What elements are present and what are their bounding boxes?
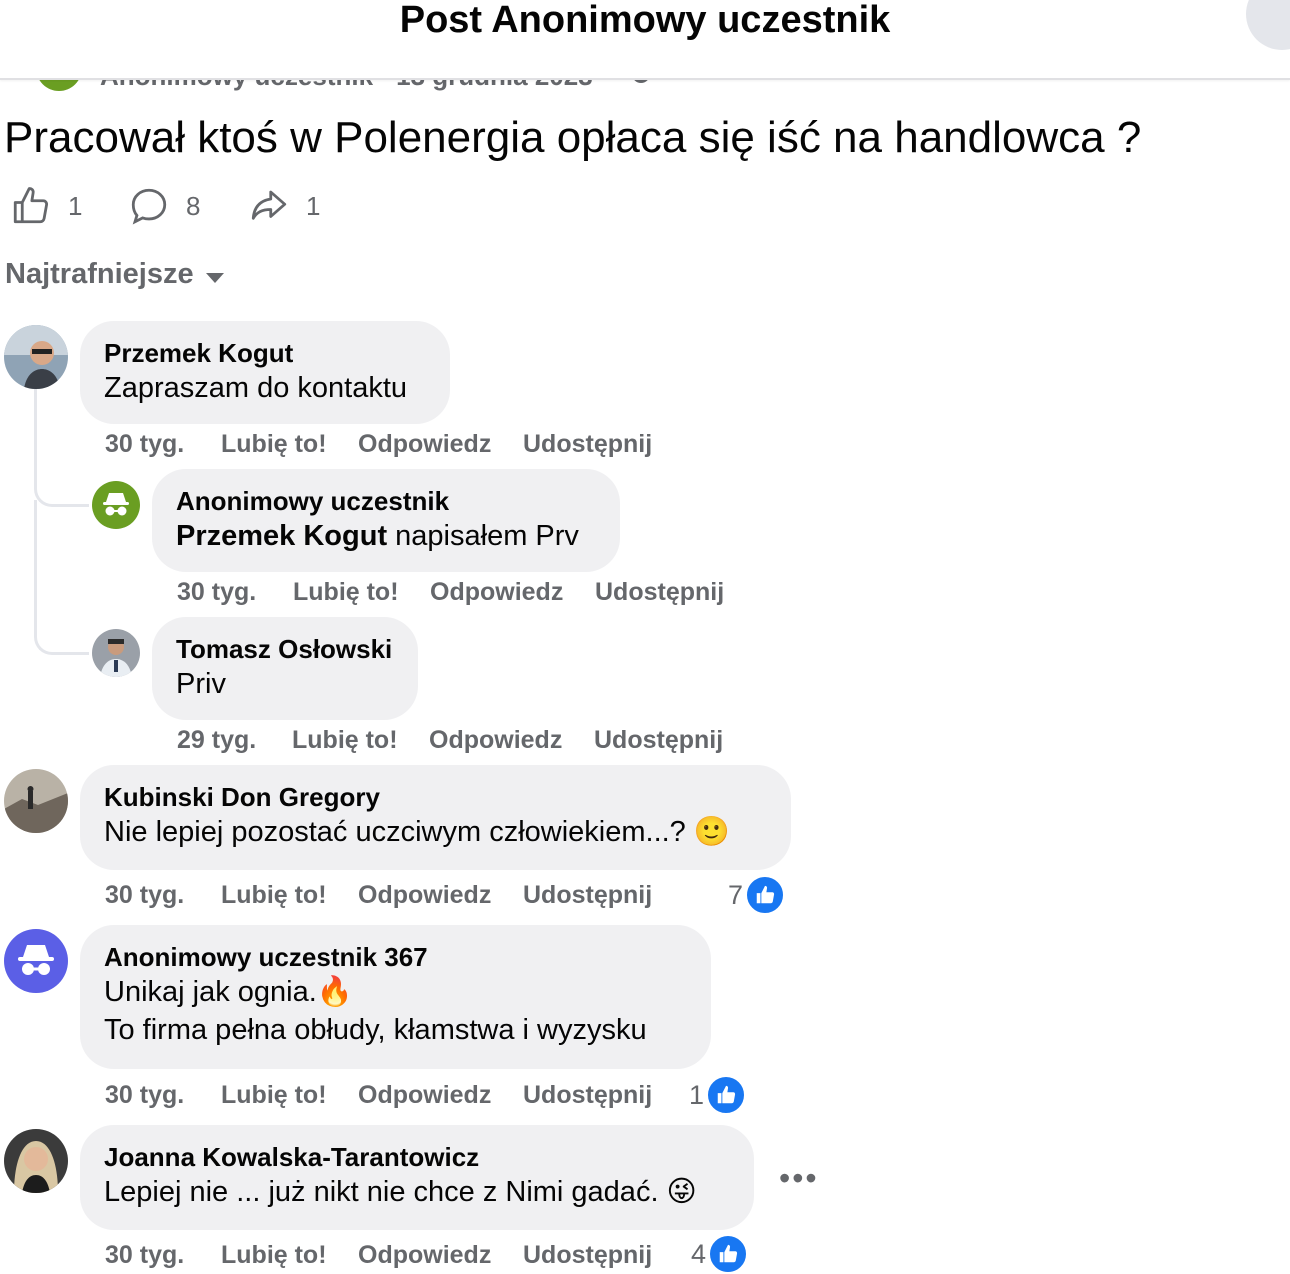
like-link[interactable]: Lubię to! bbox=[292, 726, 398, 755]
post-text: Pracował ktoś w Polenergia opłaca się iś… bbox=[4, 113, 1142, 162]
caret-down-icon bbox=[205, 272, 224, 283]
incognito-icon bbox=[92, 481, 140, 529]
comment-time[interactable]: 30 tyg. bbox=[105, 1081, 184, 1110]
header-bar: Post Anonimowy uczestnik bbox=[0, 0, 1290, 80]
comment-text-line: Unikaj jak ognia.🔥 bbox=[104, 976, 353, 1008]
avatar[interactable] bbox=[4, 325, 68, 389]
avatar[interactable] bbox=[4, 1129, 68, 1193]
like-reaction-icon bbox=[745, 875, 786, 915]
comment-bubble: Anonimowy uczestnik 367 Unikaj jak ognia… bbox=[80, 925, 711, 1069]
comment-author[interactable]: Anonimowy uczestnik bbox=[176, 485, 596, 517]
incognito-icon bbox=[4, 929, 68, 993]
user-photo-icon bbox=[4, 325, 68, 389]
reply-link[interactable]: Odpowiedz bbox=[429, 726, 562, 755]
reaction-summary[interactable]: 4 bbox=[691, 1234, 749, 1274]
comment-author[interactable]: Kubinski Don Gregory bbox=[104, 781, 767, 813]
share-button[interactable]: 1 bbox=[248, 184, 320, 228]
reaction-summary[interactable]: 7 bbox=[728, 875, 786, 915]
comment-time[interactable]: 30 tyg. bbox=[105, 430, 184, 459]
more-options-icon[interactable]: ••• bbox=[779, 1160, 819, 1197]
reply-link[interactable]: Odpowiedz bbox=[358, 1081, 491, 1110]
comment-text-line: To firma pełna obłudy, kłamstwa i wyzysk… bbox=[104, 1014, 647, 1046]
comment-time[interactable]: 30 tyg. bbox=[177, 578, 256, 607]
reaction-count: 7 bbox=[728, 879, 744, 910]
like-link[interactable]: Lubię to! bbox=[293, 578, 399, 607]
share-count: 1 bbox=[306, 190, 321, 221]
like-link[interactable]: Lubię to! bbox=[221, 1081, 327, 1110]
page-title: Post Anonimowy uczestnik bbox=[399, 0, 891, 41]
user-photo-icon bbox=[4, 769, 68, 833]
comment-author[interactable]: Joanna Kowalska-Tarantowicz bbox=[104, 1141, 730, 1173]
like-reaction-icon bbox=[708, 1234, 749, 1274]
thumbs-up-icon bbox=[13, 187, 49, 224]
reply-link[interactable]: Odpowiedz bbox=[358, 881, 491, 910]
thread-connector bbox=[34, 500, 89, 655]
comment-bubble: Anonimowy uczestnik Przemek Kogut napisa… bbox=[152, 469, 620, 572]
comment-author[interactable]: Przemek Kogut bbox=[104, 337, 426, 369]
comment-bubble: Przemek Kogut Zapraszam do kontaktu bbox=[80, 321, 450, 424]
avatar[interactable] bbox=[92, 481, 140, 529]
share-link[interactable]: Udostępnij bbox=[523, 881, 652, 910]
comment-button[interactable]: 8 bbox=[128, 184, 200, 228]
like-reaction-icon bbox=[706, 1075, 747, 1115]
reply-link[interactable]: Odpowiedz bbox=[430, 578, 563, 607]
share-link[interactable]: Udostępnij bbox=[594, 726, 723, 755]
comment-author[interactable]: Tomasz Osłowski bbox=[176, 633, 394, 665]
comment-bubble: Tomasz Osłowski Priv bbox=[152, 617, 418, 720]
like-link[interactable]: Lubię to! bbox=[221, 1241, 327, 1270]
share-link[interactable]: Udostępnij bbox=[523, 430, 652, 459]
share-link[interactable]: Udostępnij bbox=[523, 1241, 652, 1270]
comment-bubble: Joanna Kowalska-Tarantowicz Lepiej nie .… bbox=[80, 1125, 754, 1230]
user-photo-icon bbox=[4, 1129, 68, 1193]
reply-link[interactable]: Odpowiedz bbox=[358, 1241, 491, 1270]
like-count: 1 bbox=[68, 190, 83, 221]
share-link[interactable]: Udostępnij bbox=[523, 1081, 652, 1110]
reply-link[interactable]: Odpowiedz bbox=[358, 430, 491, 459]
avatar[interactable] bbox=[92, 629, 140, 677]
comment-author[interactable]: Anonimowy uczestnik 367 bbox=[104, 941, 687, 973]
comment-text: Lepiej nie ... już nikt nie chce z Nimi … bbox=[104, 1176, 697, 1208]
close-button[interactable] bbox=[1246, 0, 1290, 50]
like-button[interactable]: 1 bbox=[10, 184, 82, 228]
comment-time[interactable]: 30 tyg. bbox=[105, 881, 184, 910]
comment-text: Nie lepiej pozostać uczciwym człowiekiem… bbox=[104, 816, 730, 848]
like-link[interactable]: Lubię to! bbox=[221, 881, 327, 910]
avatar[interactable] bbox=[4, 769, 68, 833]
reaction-count: 4 bbox=[691, 1238, 707, 1269]
user-photo-icon bbox=[92, 629, 140, 677]
sort-label: Najtrafniejsze bbox=[5, 258, 194, 290]
sort-dropdown[interactable]: Najtrafniejsze bbox=[5, 258, 224, 291]
comment-time[interactable]: 30 tyg. bbox=[105, 1241, 184, 1270]
reaction-summary[interactable]: 1 bbox=[689, 1075, 747, 1115]
comment-bubble: Kubinski Don Gregory Nie lepiej pozostać… bbox=[80, 765, 791, 870]
comment-icon bbox=[131, 188, 167, 225]
comment-text: Priv bbox=[176, 668, 226, 700]
share-icon bbox=[251, 190, 287, 220]
comment-time[interactable]: 29 tyg. bbox=[177, 726, 256, 755]
like-link[interactable]: Lubię to! bbox=[221, 430, 327, 459]
comment-text-body: napisałem Prv bbox=[387, 520, 579, 552]
comment-text: Zapraszam do kontaktu bbox=[104, 372, 408, 404]
share-link[interactable]: Udostępnij bbox=[595, 578, 724, 607]
comment-text: Przemek Kogut napisałem Prv bbox=[176, 517, 596, 555]
mention-link[interactable]: Przemek Kogut bbox=[176, 520, 387, 552]
reaction-count: 1 bbox=[689, 1079, 705, 1110]
comment-count: 8 bbox=[186, 190, 201, 221]
avatar[interactable] bbox=[4, 929, 68, 993]
